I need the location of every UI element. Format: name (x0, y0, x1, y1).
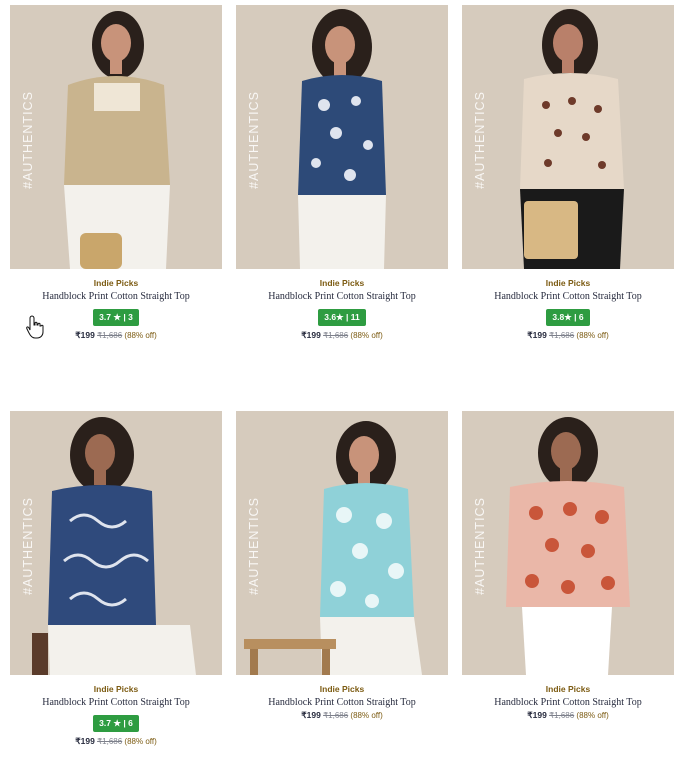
product-card[interactable]: #AUTHENTICS Indie Picks Handblock Print … (462, 411, 674, 721)
product-image[interactable]: #AUTHENTICS (236, 411, 448, 675)
brand-name: Indie Picks (93, 278, 139, 288)
product-card[interactable]: #AUTHENTICS Indie Picks Handblock Print … (10, 5, 222, 341)
product-title[interactable]: Handblock Print Cotton Straight Top (462, 697, 674, 708)
rating-badge: 3.8★ | 6 (546, 309, 590, 326)
mrp: ₹1,686 (549, 711, 575, 720)
product-title[interactable]: Handblock Print Cotton Straight Top (462, 291, 674, 302)
discount: (88% off) (124, 737, 157, 746)
product-card[interactable]: #AUTHENTICS Indie Picks Handblock Print … (236, 411, 448, 721)
product-image[interactable]: #AUTHENTICS (462, 5, 674, 269)
discount: (88% off) (124, 331, 157, 340)
rating-badge: 3.7 ★ | 6 (93, 715, 139, 732)
mrp: ₹1,686 (323, 711, 349, 720)
price: ₹199 (527, 330, 547, 340)
brand-name: Indie Picks (319, 278, 365, 288)
watermark-label: #AUTHENTICS (247, 91, 261, 189)
product-title[interactable]: Handblock Print Cotton Straight Top (236, 291, 448, 302)
price-row: ₹199 ₹1,686 (88% off) (10, 736, 222, 747)
price: ₹199 (75, 736, 95, 746)
product-card[interactable]: #AUTHENTICS Indie Picks Handblock Print … (462, 5, 674, 341)
product-title[interactable]: Handblock Print Cotton Straight Top (10, 291, 222, 302)
watermark-label: #AUTHENTICS (21, 91, 35, 189)
product-title[interactable]: Handblock Print Cotton Straight Top (236, 697, 448, 708)
discount: (88% off) (576, 331, 609, 340)
product-title[interactable]: Handblock Print Cotton Straight Top (10, 697, 222, 708)
price-row: ₹199 ₹1,686 (88% off) (462, 330, 674, 341)
rating-badge: 3.6★ | 11 (318, 309, 366, 326)
price: ₹199 (301, 710, 321, 720)
discount: (88% off) (576, 711, 609, 720)
watermark-label: #AUTHENTICS (473, 497, 487, 595)
price: ₹199 (301, 330, 321, 340)
discount: (88% off) (350, 711, 383, 720)
brand-name: Indie Picks (93, 684, 139, 694)
price-row: ₹199 ₹1,686 (88% off) (236, 330, 448, 341)
product-card[interactable]: #AUTHENTICS Indie Picks Handblock Print … (10, 411, 222, 747)
product-card[interactable]: #AUTHENTICS Indie Picks Handblock Print … (236, 5, 448, 341)
product-image[interactable]: #AUTHENTICS (236, 5, 448, 269)
product-image[interactable]: #AUTHENTICS (10, 5, 222, 269)
product-image[interactable]: #AUTHENTICS (462, 411, 674, 675)
brand-name: Indie Picks (545, 684, 591, 694)
price: ₹199 (527, 710, 547, 720)
brand-name: Indie Picks (545, 278, 591, 288)
price-row: ₹199 ₹1,686 (88% off) (236, 710, 448, 721)
watermark-label: #AUTHENTICS (21, 497, 35, 595)
mrp: ₹1,686 (549, 331, 575, 340)
mrp: ₹1,686 (97, 737, 123, 746)
brand-name: Indie Picks (319, 684, 365, 694)
hand-pointer-cursor-icon (26, 315, 44, 339)
mrp: ₹1,686 (97, 331, 123, 340)
price-row: ₹199 ₹1,686 (88% off) (462, 710, 674, 721)
watermark-label: #AUTHENTICS (247, 497, 261, 595)
product-image[interactable]: #AUTHENTICS (10, 411, 222, 675)
rating-badge: 3.7 ★ | 3 (93, 309, 139, 326)
discount: (88% off) (350, 331, 383, 340)
price: ₹199 (75, 330, 95, 340)
mrp: ₹1,686 (323, 331, 349, 340)
watermark-label: #AUTHENTICS (473, 91, 487, 189)
